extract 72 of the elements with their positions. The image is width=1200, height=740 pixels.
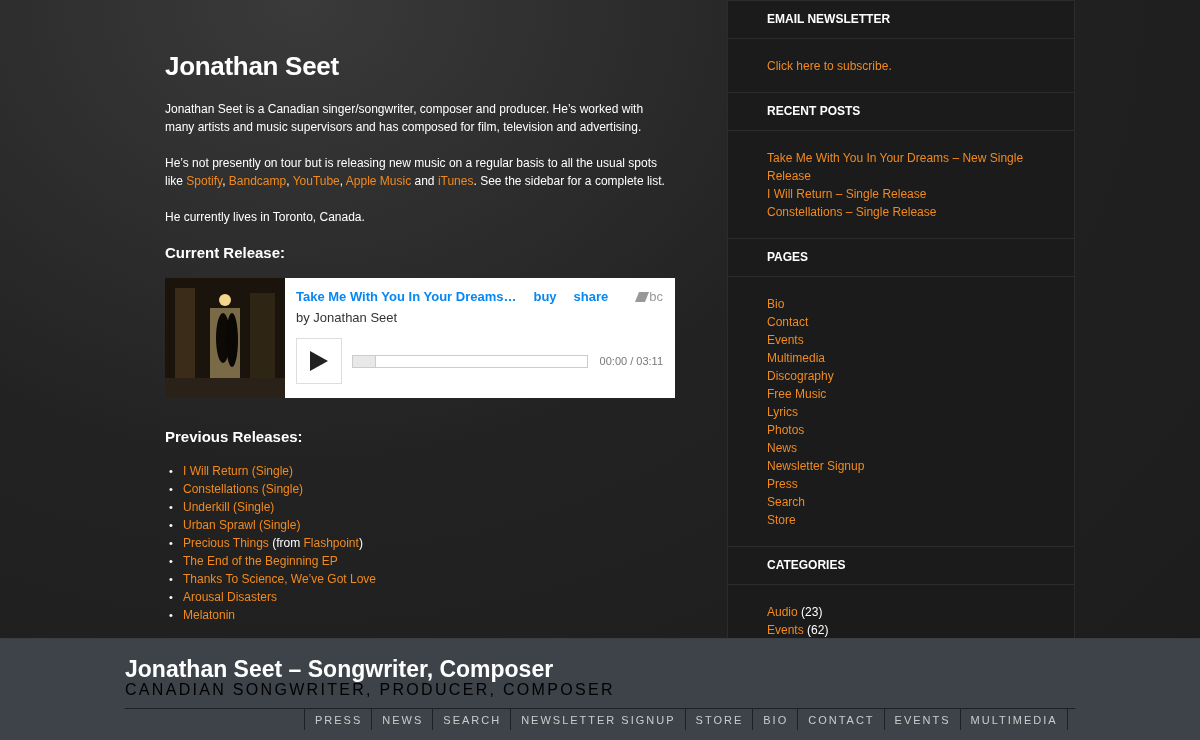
nav-link[interactable]: STORE: [685, 709, 754, 730]
nav-link[interactable]: PRESS: [304, 709, 373, 730]
count-text: (23): [801, 605, 823, 619]
category-link[interactable]: Events: [767, 623, 804, 637]
category-link[interactable]: Audio: [767, 605, 798, 619]
nav-link[interactable]: EVENTS: [884, 709, 961, 730]
artist-text: by Jonathan Seet: [296, 309, 399, 327]
section-heading: Current Release:: [165, 244, 287, 262]
sidebar-link[interactable]: Search: [767, 493, 1035, 511]
widget-heading: PAGES: [728, 238, 1074, 277]
sidebar-link[interactable]: Newsletter Signup: [767, 457, 1035, 475]
release-link[interactable]: Urban Sprawl (Single): [183, 516, 301, 534]
sidebar-link[interactable]: News: [767, 439, 1035, 457]
sidebar-link[interactable]: Discography: [767, 367, 1035, 385]
bullet-marker: •: [169, 554, 174, 569]
sidebar-link[interactable]: Lyrics: [767, 403, 1035, 421]
sidebar-link[interactable]: Store: [767, 511, 1035, 529]
bullet-marker: •: [169, 464, 174, 479]
release-link[interactable]: I Will Return (Single): [183, 462, 294, 480]
paragraph: He currently lives in Toronto, Canada.: [165, 209, 366, 226]
track-title-link[interactable]: Take Me With You In Your Dreams…: [296, 286, 517, 308]
bullet-marker: •: [169, 482, 174, 497]
count-text: (62): [807, 623, 829, 637]
play-icon: [310, 351, 328, 371]
time-text: 00:00 / 03:11: [599, 354, 663, 369]
inline-link[interactable]: Apple Music: [345, 174, 412, 188]
sidebar-link[interactable]: Constellations – Single Release: [767, 203, 1035, 221]
buy-link[interactable]: buy: [533, 286, 557, 308]
bullet-marker: •: [169, 518, 174, 533]
inline-link[interactable]: YouTube: [292, 174, 340, 188]
widget-heading: CATEGORIES: [728, 546, 1074, 585]
nav-link[interactable]: CONTACT: [798, 709, 885, 730]
nav-link[interactable]: NEWS: [372, 709, 434, 730]
page-title: Jonathan Seet: [165, 50, 340, 82]
progress-thumb[interactable]: [353, 355, 376, 367]
bullet-marker: •: [169, 536, 174, 551]
release-link[interactable]: Thanks To Science, We’ve Got Love: [183, 570, 376, 588]
sidebar-link[interactable]: Press: [767, 475, 1035, 493]
release-link[interactable]: Melatonin: [183, 606, 236, 624]
release-link[interactable]: Precious Things: [183, 536, 269, 550]
sidebar-link[interactable]: Events: [767, 331, 1035, 349]
release-link[interactable]: Flashpoint: [303, 536, 359, 550]
bullet-marker: •: [169, 500, 174, 515]
site-tagline: CANADIAN SONGWRITER, PRODUCER, COMPOSER: [125, 681, 616, 699]
release-link[interactable]: Underkill (Single): [183, 498, 275, 516]
release-link[interactable]: The End of the Beginning EP: [183, 552, 338, 570]
nav-link[interactable]: NEWSLETTER SIGNUP: [511, 709, 686, 730]
share-link[interactable]: share: [573, 286, 609, 308]
bullet-marker: •: [169, 572, 174, 587]
bullet-marker: •: [169, 590, 174, 605]
widget-heading: EMAIL NEWSLETTER: [728, 0, 1074, 39]
release-text: Precious Things (from Flashpoint): [183, 535, 363, 552]
bullet-marker: •: [169, 608, 174, 623]
progress-track[interactable]: [352, 354, 588, 368]
sidebar-link[interactable]: Take Me With You In Your Dreams – New Single Release: [767, 149, 1035, 185]
paragraph: Jonathan Seet is a Canadian singer/songwriter, composer and producer. He’s worked with many artists and music supervisors and has composed for film, television and advertising.: [165, 101, 645, 136]
nav-link[interactable]: BIO: [753, 709, 799, 730]
sidebar-link[interactable]: Free Music: [767, 385, 1035, 403]
release-link[interactable]: Arousal Disasters: [183, 588, 278, 606]
sidebar-link[interactable]: Click here to subscribe.: [767, 57, 1035, 75]
play-button[interactable]: [296, 338, 342, 384]
nav-link[interactable]: SEARCH: [433, 709, 512, 730]
sidebar-link[interactable]: I Will Return – Single Release: [767, 185, 1035, 203]
section-heading: Previous Releases:: [165, 428, 304, 446]
paragraph: He’s not presently on tour but is releasing new music on a regular basis to all the usual spots like Spotify, Bandcamp, YouTube, Apple Music and iTunes. See the sidebar for a complete list.: [165, 155, 666, 190]
nav-link[interactable]: MULTIMEDIA: [960, 709, 1068, 730]
widget-heading: RECENT POSTS: [728, 92, 1074, 131]
sidebar-link[interactable]: Photos: [767, 421, 1035, 439]
release-link[interactable]: Constellations (Single): [183, 480, 304, 498]
sidebar-link[interactable]: Multimedia: [767, 349, 1035, 367]
sidebar-link[interactable]: Bio: [767, 295, 1035, 313]
sidebar-link[interactable]: Contact: [767, 313, 1035, 331]
